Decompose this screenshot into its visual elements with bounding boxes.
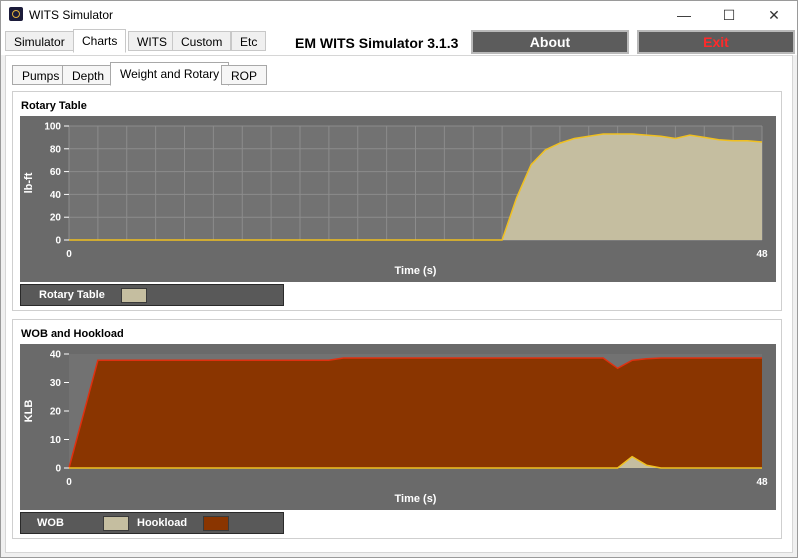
title-bar[interactable]: WITS Simulator — ☐ ✕ [1, 1, 797, 29]
rotary-table-chart: 0 20 40 60 80 100 0 48 Time (s) lb-ft [20, 116, 776, 282]
tab-wits[interactable]: WITS [128, 31, 176, 51]
y-tick-label: 30 [50, 378, 62, 389]
tab-custom[interactable]: Custom [172, 31, 232, 51]
y-axis-label: KLB [23, 400, 35, 423]
subtab-rop[interactable]: ROP [221, 65, 268, 85]
exit-button[interactable]: Exit [637, 30, 795, 54]
y-tick-label: 100 [44, 122, 61, 133]
wob-hookload-chart: 0 10 20 30 40 0 48 Time (s) KLB [20, 344, 776, 510]
y-tick-label: 0 [55, 464, 61, 475]
wob-hookload-chart-title: WOB and Hookload [21, 328, 124, 340]
legend-rotary-label: Rotary Table [39, 289, 105, 301]
y-tick-label: 40 [50, 190, 62, 201]
subtab-weight-and-rotary[interactable]: Weight and Rotary [110, 62, 230, 86]
legend-wob-swatch-icon [103, 516, 129, 531]
maximize-button[interactable]: ☐ [706, 3, 752, 27]
rotary-table-plot: 0 20 40 60 80 100 0 48 Time (s) lb-ft [23, 122, 768, 278]
minimize-button[interactable]: — [661, 3, 707, 27]
close-button[interactable]: ✕ [751, 3, 797, 27]
y-axis-label: lb-ft [23, 172, 35, 193]
rotary-chart-title: Rotary Table [21, 100, 87, 112]
tab-etc[interactable]: Etc [231, 31, 267, 51]
wob-hookload-panel: WOB and Hookload 0 10 20 30 40 0 48 Time (s) KLB… [12, 319, 782, 539]
legend-hookload-label: Hookload [137, 517, 188, 529]
tab-charts[interactable]: Charts [73, 29, 127, 53]
legend-rotary-swatch-icon [121, 288, 147, 303]
x-tick-label: 48 [756, 477, 768, 488]
y-tick-label: 40 [50, 350, 62, 361]
x-tick-label: 48 [756, 249, 768, 260]
y-tick-label: 60 [50, 167, 62, 178]
legend-hookload-swatch-icon [203, 516, 229, 531]
y-tick-label: 0 [55, 236, 61, 247]
about-button[interactable]: About [471, 30, 629, 54]
x-tick-label: 0 [66, 249, 72, 260]
x-tick-label: 0 [66, 477, 72, 488]
subtab-pumps[interactable]: Pumps [12, 65, 70, 85]
y-tick-label: 20 [50, 407, 62, 418]
rotary-table-panel: Rotary Table 0 20 40 60 80 100 0 48 Time (s) lb-f… [12, 91, 782, 311]
y-tick-label: 10 [50, 435, 62, 446]
app-title: EM WITS Simulator 3.1.3 [295, 35, 459, 51]
x-axis-label: Time (s) [395, 265, 437, 277]
subtab-depth[interactable]: Depth [62, 65, 115, 85]
wob-hookload-legend: WOB Hookload [20, 512, 284, 534]
wob-hookload-plot: 0 10 20 30 40 0 48 Time (s) KLB [23, 350, 768, 506]
rotary-legend: Rotary Table [20, 284, 284, 306]
app-icon [9, 7, 23, 21]
app-window: WITS Simulator — ☐ ✕ Simulator Charts WI… [0, 0, 798, 558]
tab-simulator[interactable]: Simulator [5, 31, 74, 51]
y-tick-label: 20 [50, 213, 62, 224]
x-axis-label: Time (s) [395, 493, 437, 505]
window-title: WITS Simulator [29, 8, 114, 22]
series-area-hookload [69, 358, 762, 468]
y-tick-label: 80 [50, 144, 62, 155]
legend-wob-label: WOB [37, 517, 64, 529]
